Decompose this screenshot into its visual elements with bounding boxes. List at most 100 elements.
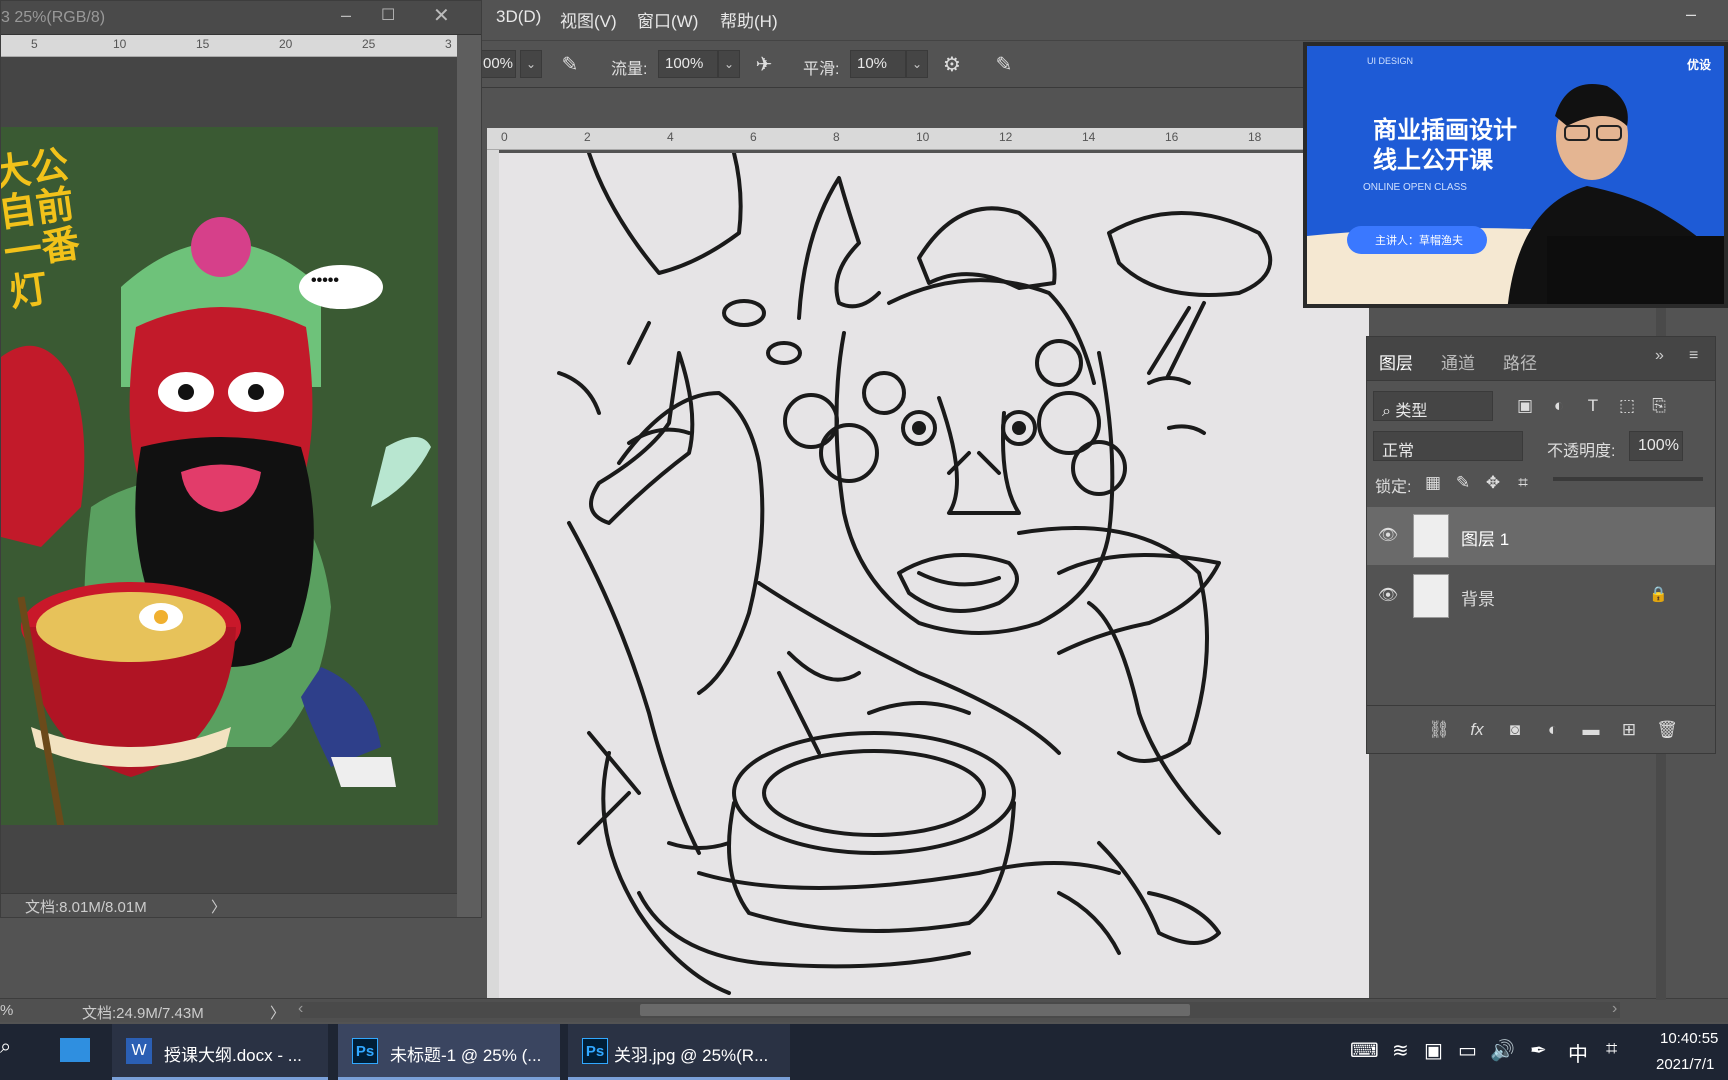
main-status-arrow-icon[interactable]: 〉 bbox=[270, 1002, 285, 1023]
app-tray-icon[interactable]: ▣ bbox=[1424, 1038, 1443, 1063]
layer-opacity-field[interactable]: 100% bbox=[1629, 431, 1683, 461]
pressure-size-icon[interactable]: ✎ bbox=[990, 51, 1018, 79]
filter-label: 类型 bbox=[1395, 403, 1428, 420]
document-title: 3 25%(RGB/8) bbox=[1, 9, 106, 26]
layers-panel: 图层 通道 路径 » ≡ ⌕ 类型 ▣ ◐ T ⬚ ⎘ 正常 不透明度: 100… bbox=[1366, 336, 1716, 754]
layer-thumbnail bbox=[1413, 514, 1449, 558]
collapse-panel-icon[interactable]: » bbox=[1655, 347, 1664, 365]
link-layers-icon[interactable]: ⛓ bbox=[1427, 718, 1451, 742]
status-arrow-icon[interactable]: 〉 bbox=[211, 896, 226, 917]
main-vertical-ruler bbox=[487, 150, 499, 1000]
maximize-window-icon[interactable]: ☐ bbox=[381, 5, 395, 25]
guan-yu-sketch bbox=[557, 153, 1273, 995]
photoshop-icon: Ps bbox=[582, 1038, 608, 1064]
ruler-tick: 12 bbox=[999, 130, 1013, 144]
tab-channels[interactable]: 通道 bbox=[1441, 349, 1475, 374]
image-filter-icon[interactable]: ▣ bbox=[1513, 394, 1537, 418]
ime-mode-icon[interactable]: ⌗ bbox=[1606, 1038, 1617, 1061]
ruler-tick: 15 bbox=[196, 37, 210, 51]
pressure-opacity-icon[interactable]: ✎ bbox=[556, 51, 584, 79]
adjustment-filter-icon[interactable]: ◐ bbox=[1547, 394, 1571, 418]
ruler-tick: 6 bbox=[750, 130, 757, 144]
airbrush-icon[interactable]: ✈ bbox=[750, 51, 778, 79]
smooth-dropdown-icon[interactable]: ⌄ bbox=[906, 50, 928, 78]
add-mask-icon[interactable]: ◙ bbox=[1503, 718, 1527, 742]
layer-row-1[interactable]: 👁 图层 1 bbox=[1367, 507, 1715, 565]
document-status-bar: 文档:8.01M/8.01M 〉 bbox=[1, 893, 457, 917]
tab-paths[interactable]: 路径 bbox=[1503, 349, 1537, 374]
flow-field[interactable]: 100% bbox=[658, 50, 718, 78]
minimize-window-icon[interactable]: – bbox=[341, 5, 351, 26]
clock-time[interactable]: 10:40:55 bbox=[1660, 1030, 1718, 1047]
type-filter-icon[interactable]: T bbox=[1581, 394, 1605, 418]
taskbar-item-photoshop-1[interactable]: Ps 未标题-1 @ 25% (... bbox=[338, 1024, 560, 1080]
layer-name[interactable]: 背景 bbox=[1461, 585, 1495, 610]
opacity-field[interactable]: 00% bbox=[480, 50, 516, 78]
wifi-icon[interactable]: ≋ bbox=[1392, 1038, 1409, 1063]
scroll-right-icon[interactable]: › bbox=[1612, 1000, 1617, 1018]
lock-artboard-icon[interactable]: ⌗ bbox=[1511, 471, 1535, 495]
volume-icon[interactable]: 🔊 bbox=[1490, 1038, 1515, 1063]
blend-mode-select[interactable]: 正常 bbox=[1373, 431, 1523, 461]
ruler-tick: 2 bbox=[584, 130, 591, 144]
taskbar-item-word[interactable]: W 授课大纲.docx - ... bbox=[112, 1024, 328, 1080]
adjustment-layer-icon[interactable]: ◐ bbox=[1541, 718, 1565, 742]
ime-indicator[interactable]: 中 bbox=[1568, 1038, 1588, 1067]
battery-icon[interactable]: ▭ bbox=[1458, 1038, 1477, 1063]
close-window-icon[interactable]: ✕ bbox=[433, 3, 450, 28]
desktop-icon[interactable] bbox=[60, 1038, 90, 1062]
speaker-label: 主讲人：草帽渔夫 bbox=[1375, 235, 1463, 247]
search-icon[interactable]: ⌕ bbox=[0, 1036, 11, 1059]
keyboard-icon[interactable]: ⌨ bbox=[1350, 1038, 1379, 1063]
main-document-size: 文档:24.9M/7.43M bbox=[82, 1005, 204, 1022]
opacity-slider[interactable] bbox=[1553, 477, 1703, 481]
eye-icon[interactable]: 👁 bbox=[1377, 585, 1399, 607]
document-size: 文档:8.01M/8.01M bbox=[25, 899, 147, 916]
layer-filter-select[interactable]: ⌕ 类型 bbox=[1373, 391, 1493, 421]
layer-thumbnail bbox=[1413, 574, 1449, 618]
gear-icon[interactable]: ⚙ bbox=[938, 51, 966, 79]
photoshop-icon: Ps bbox=[352, 1038, 378, 1064]
ruler-tick: 25 bbox=[362, 37, 376, 51]
fx-icon[interactable]: fx bbox=[1465, 718, 1489, 742]
zoom-value[interactable]: % bbox=[0, 1002, 13, 1019]
eye-icon[interactable]: 👁 bbox=[1377, 525, 1399, 547]
layers-panel-footer: ⛓ fx ◙ ◐ ▬ ⊞ 🗑 bbox=[1367, 705, 1715, 753]
taskbar-item-photoshop-2[interactable]: Ps 关羽.jpg @ 25%(R... bbox=[568, 1024, 790, 1080]
lock-transparent-icon[interactable]: ▦ bbox=[1421, 471, 1445, 495]
layer-name[interactable]: 图层 1 bbox=[1461, 525, 1509, 550]
flow-dropdown-icon[interactable]: ⌄ bbox=[718, 50, 740, 78]
new-group-icon[interactable]: ▬ bbox=[1579, 718, 1603, 742]
shape-filter-icon[interactable]: ⬚ bbox=[1615, 394, 1639, 418]
delete-layer-icon[interactable]: 🗑 bbox=[1655, 718, 1679, 742]
main-canvas[interactable] bbox=[499, 153, 1369, 1000]
minimize-app-icon[interactable]: – bbox=[1686, 4, 1696, 25]
pen-icon[interactable]: ✒ bbox=[1530, 1038, 1547, 1063]
taskbar-item-label: 关羽.jpg @ 25%(R... bbox=[614, 1046, 769, 1065]
menu-window[interactable]: 窗口(W) bbox=[637, 7, 698, 32]
taskbar-item-label: 未标题-1 @ 25% (... bbox=[390, 1046, 542, 1065]
new-layer-icon[interactable]: ⊞ bbox=[1617, 718, 1641, 742]
menu-help[interactable]: 帮助(H) bbox=[720, 7, 778, 32]
layer-row-background[interactable]: 👁 背景 🔒 bbox=[1367, 567, 1715, 625]
horizontal-scroll-thumb[interactable] bbox=[640, 1004, 1190, 1016]
course-title-line2: 线上公开课 bbox=[1373, 147, 1493, 174]
brand-logo: 优设 bbox=[1687, 58, 1712, 72]
opacity-dropdown-icon[interactable]: ⌄ bbox=[520, 50, 542, 78]
smart-object-filter-icon[interactable]: ⎘ bbox=[1647, 394, 1671, 418]
lock-pixels-icon[interactable]: ✎ bbox=[1451, 471, 1475, 495]
menu-3d[interactable]: 3D(D) bbox=[496, 7, 541, 27]
document-title-bar[interactable]: 3 25%(RGB/8) – ☐ ✕ bbox=[1, 1, 481, 35]
lock-position-icon[interactable]: ✥ bbox=[1481, 471, 1505, 495]
scroll-left-icon[interactable]: ‹ bbox=[298, 1000, 303, 1018]
menu-view[interactable]: 视图(V) bbox=[560, 7, 617, 32]
tab-layers[interactable]: 图层 bbox=[1379, 349, 1413, 374]
video-background bbox=[1307, 46, 1724, 304]
main-horizontal-ruler: 0 2 4 6 8 10 12 14 16 18 bbox=[487, 128, 1307, 150]
panel-menu-icon[interactable]: ≡ bbox=[1689, 347, 1698, 365]
ruler-tick: 0 bbox=[501, 130, 508, 144]
opacity-label: 不透明度: bbox=[1547, 443, 1616, 460]
smooth-field[interactable]: 10% bbox=[850, 50, 906, 78]
clock-date[interactable]: 2021/7/1 bbox=[1656, 1056, 1714, 1073]
reference-document-window[interactable]: 3 25%(RGB/8) – ☐ ✕ 5 10 15 20 25 3 大公自前一… bbox=[0, 0, 482, 918]
